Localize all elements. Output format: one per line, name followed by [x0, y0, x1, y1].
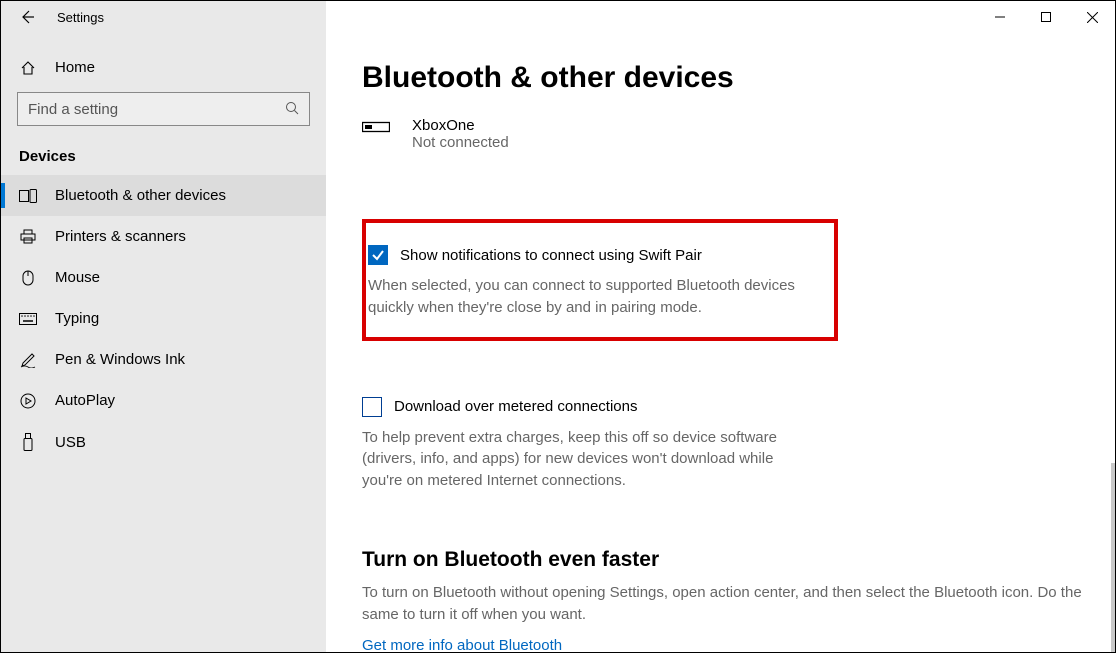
home-icon	[19, 60, 37, 76]
device-row[interactable]: XboxOne Not connected	[362, 113, 1079, 169]
faster-heading: Turn on Bluetooth even faster	[362, 548, 1079, 572]
pen-icon	[19, 352, 37, 368]
nav-label: Mouse	[55, 269, 100, 286]
home-label: Home	[55, 59, 95, 76]
nav-label: USB	[55, 434, 86, 451]
nav-bluetooth[interactable]: Bluetooth & other devices	[1, 175, 326, 216]
section-label: Devices	[1, 140, 326, 175]
autoplay-icon	[19, 393, 37, 409]
mouse-icon	[19, 270, 37, 286]
nav-autoplay[interactable]: AutoPlay	[1, 380, 326, 421]
search-input[interactable]	[28, 101, 285, 118]
back-button[interactable]	[19, 9, 35, 25]
swift-pair-description: When selected, you can connect to suppor…	[368, 275, 816, 319]
usb-icon	[19, 433, 37, 451]
swift-pair-label: Show notifications to connect using Swif…	[400, 247, 702, 264]
console-icon	[362, 117, 392, 137]
search-icon	[285, 101, 299, 118]
maximize-button[interactable]	[1023, 1, 1069, 33]
nav-mouse[interactable]: Mouse	[1, 257, 326, 298]
nav-label: Bluetooth & other devices	[55, 187, 226, 204]
nav-label: Typing	[55, 310, 99, 327]
nav-usb[interactable]: USB	[1, 421, 326, 463]
close-button[interactable]	[1069, 1, 1115, 33]
nav-typing[interactable]: Typing	[1, 298, 326, 339]
scrollbar[interactable]	[1111, 463, 1115, 652]
bluetooth-info-link[interactable]: Get more info about Bluetooth	[362, 637, 562, 652]
device-status: Not connected	[412, 134, 509, 151]
nav-list: Bluetooth & other devices Printers & sca…	[1, 175, 326, 463]
sidebar: Home Devices Bluetooth & other devices	[1, 33, 326, 652]
devices-icon	[19, 189, 37, 203]
metered-checkbox-row[interactable]: Download over metered connections	[362, 397, 802, 417]
titlebar: Settings	[1, 1, 1115, 33]
swift-pair-highlight: Show notifications to connect using Swif…	[362, 219, 838, 341]
page-title: Bluetooth & other devices	[362, 61, 1079, 95]
nav-label: Pen & Windows Ink	[55, 351, 185, 368]
minimize-button[interactable]	[977, 1, 1023, 33]
window-title: Settings	[57, 10, 104, 25]
keyboard-icon	[19, 313, 37, 325]
faster-description: To turn on Bluetooth without opening Set…	[362, 582, 1092, 626]
swift-pair-checkbox-row[interactable]: Show notifications to connect using Swif…	[368, 245, 816, 265]
device-name: XboxOne	[412, 117, 509, 134]
metered-description: To help prevent extra charges, keep this…	[362, 427, 782, 492]
swift-pair-checkbox[interactable]	[368, 245, 388, 265]
printer-icon	[19, 229, 37, 245]
nav-label: Printers & scanners	[55, 228, 186, 245]
metered-checkbox[interactable]	[362, 397, 382, 417]
metered-label: Download over metered connections	[394, 398, 637, 415]
search-box[interactable]	[17, 92, 310, 126]
home-nav[interactable]: Home	[1, 51, 326, 84]
nav-pen[interactable]: Pen & Windows Ink	[1, 339, 326, 380]
nav-label: AutoPlay	[55, 392, 115, 409]
content-pane: Bluetooth & other devices XboxOne Not co…	[326, 33, 1115, 652]
nav-printers[interactable]: Printers & scanners	[1, 216, 326, 257]
